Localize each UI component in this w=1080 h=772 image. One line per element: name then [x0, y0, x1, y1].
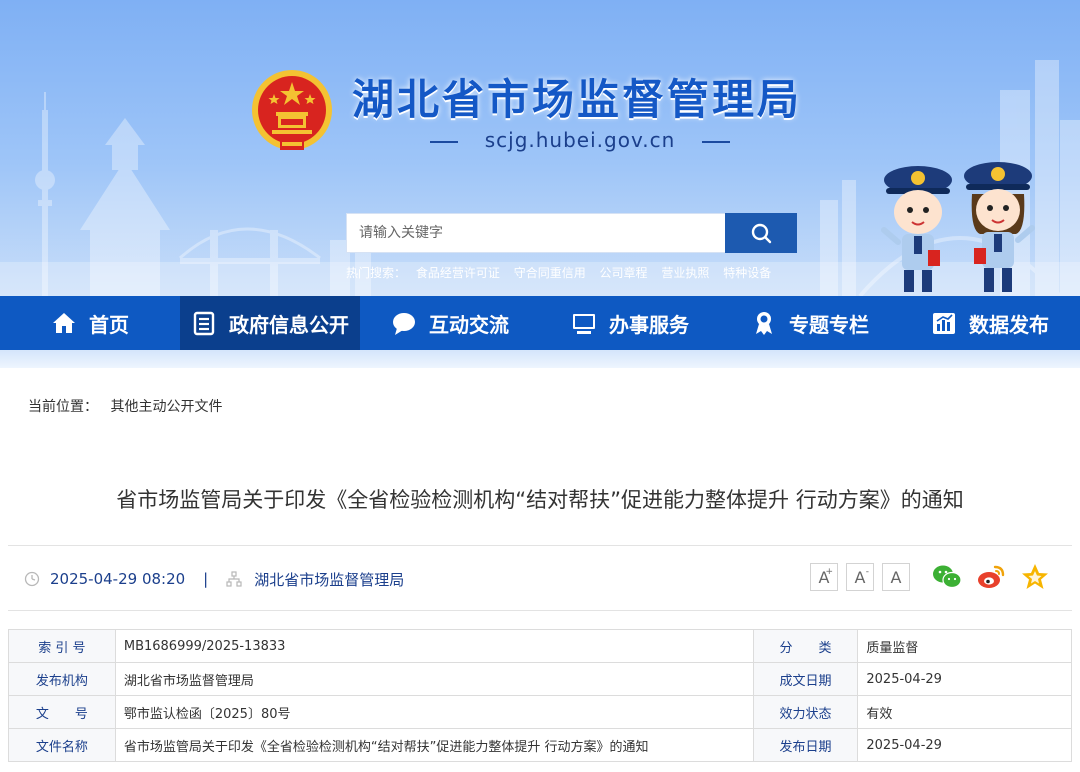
table-value: MB1686999/2025-13833 [114, 629, 754, 663]
home-icon [53, 313, 75, 333]
table-row: 索 引 号 MB1686999/2025-13833 分 类 质量监督 [8, 629, 1072, 663]
favorite-button[interactable] [1020, 562, 1050, 592]
article-title: 省市场监管局关于印发《全省检验检测机构“结对帮扶”促进能力整体提升 行动方案》的… [116, 488, 964, 512]
nav-item-label: 互动交流 [429, 312, 509, 337]
nav-item-home[interactable]: 首页 [0, 296, 180, 350]
font-decrease-button[interactable]: A- [846, 563, 874, 591]
nav-item-topics[interactable]: 专题专栏 [720, 296, 900, 350]
font-size-controls: A + A- A [810, 563, 910, 591]
breadcrumb-current[interactable]: 其他主动公开文件 [110, 399, 222, 415]
nav-item-services[interactable]: 办事服务 [540, 296, 720, 350]
document-info-table: 索 引 号 MB1686999/2025-13833 分 类 质量监督 发布机构… [8, 629, 1072, 762]
table-value: 有效 [857, 695, 1072, 729]
share-bar [932, 562, 1050, 592]
table-value: 2025-04-29 [857, 662, 1072, 696]
hot-search: 热门搜索： 食品经营许可证 守合同重信用 公司章程 营业执照 特种设备 [346, 264, 781, 281]
nav-item-label: 首页 [89, 312, 129, 337]
font-button-label: A [890, 567, 902, 587]
clock-icon [24, 571, 40, 587]
nav-item-label: 数据发布 [969, 312, 1049, 337]
table-label: 效力状态 [752, 695, 859, 729]
bar-chart-icon [933, 313, 955, 334]
table-row: 发布机构 湖北省市场监督管理局 成文日期 2025-04-29 [8, 662, 1072, 696]
mascot-illustration [881, 162, 1035, 292]
breadcrumb: 当前位置： 其他主动公开文件 [26, 396, 222, 416]
monitor-icon [573, 314, 595, 334]
table-label: 成文日期 [752, 662, 859, 696]
font-increase-button[interactable]: A + [810, 563, 838, 591]
url-divider-right [702, 141, 730, 143]
weibo-share-button[interactable] [976, 562, 1006, 592]
divider-bottom [8, 610, 1072, 611]
site-url-block: scjg.hubei.gov.cn [430, 128, 730, 156]
wechat-share-button[interactable] [932, 562, 962, 592]
table-value: 鄂市监认检函〔2025〕80号 [114, 695, 754, 729]
favorite-star-icon [1022, 564, 1048, 589]
font-reset-button[interactable]: A [882, 563, 910, 591]
table-value: 质量监督 [857, 629, 1072, 663]
table-value: 2025-04-29 [857, 728, 1072, 762]
table-label: 文件名称 [8, 728, 116, 762]
nav-item-gov-info[interactable]: 政府信息公开 [180, 296, 360, 350]
weibo-icon [978, 565, 1005, 588]
site-url: scjg.hubei.gov.cn [484, 128, 676, 152]
divider-top [8, 545, 1072, 546]
site-header: 湖北省市场监督管理局 scjg.hubei.gov.cn 热门搜索： 食品经营许… [0, 0, 1080, 296]
chat-bubble-icon [393, 313, 415, 335]
hot-search-link[interactable]: 守合同重信用 [514, 266, 586, 280]
article-meta: 2025-04-29 08:20 | 湖北省市场监督管理局 [24, 568, 404, 590]
breadcrumb-label: 当前位置： [28, 399, 98, 415]
publisher-name: 湖北省市场监督管理局 [254, 570, 405, 589]
search-button[interactable] [725, 213, 797, 253]
hot-search-label: 热门搜索： [346, 266, 407, 280]
hot-search-link[interactable]: 食品经营许可证 [416, 266, 500, 280]
table-row: 文 号 鄂市监认检函〔2025〕80号 效力状态 有效 [8, 695, 1072, 729]
table-value: 省市场监管局关于印发《全省检验检测机构“结对帮扶”促进能力整体提升 行动方案》的… [114, 728, 754, 762]
hot-search-link[interactable]: 特种设备 [723, 266, 771, 280]
main-nav: 首页 政府信息公开 互动交流 办事服务 专题专栏 数据发布 [0, 296, 1080, 350]
document-list-icon [193, 311, 215, 336]
nav-shadow [0, 350, 1080, 368]
search-box [346, 213, 726, 253]
badge-icon [756, 312, 772, 335]
organization-icon [226, 571, 242, 587]
search-icon [751, 223, 772, 244]
table-value: 湖北省市场监督管理局 [114, 662, 754, 696]
table-label: 文 号 [8, 695, 116, 729]
wechat-icon [933, 565, 962, 589]
table-label: 索 引 号 [8, 629, 116, 663]
hot-search-link[interactable]: 公司章程 [600, 266, 648, 280]
table-label: 发布机构 [8, 662, 116, 696]
table-label: 发布日期 [752, 728, 859, 762]
nav-item-interaction[interactable]: 互动交流 [360, 296, 540, 350]
table-label: 分 类 [752, 629, 859, 663]
font-button-label: A [854, 567, 866, 587]
meta-separator: | [203, 570, 209, 588]
nav-item-label: 政府信息公开 [229, 312, 349, 337]
national-emblem-icon [252, 70, 332, 150]
nav-item-label: 办事服务 [609, 312, 689, 337]
nav-item-label: 专题专栏 [789, 312, 869, 337]
search-input[interactable] [347, 214, 725, 252]
table-row: 文件名称 省市场监管局关于印发《全省检验检测机构“结对帮扶”促进能力整体提升 行… [8, 728, 1072, 762]
publish-datetime: 2025-04-29 08:20 [50, 570, 186, 588]
nav-item-data[interactable]: 数据发布 [900, 296, 1080, 350]
hot-search-link[interactable]: 营业执照 [661, 266, 709, 280]
site-title: 湖北省市场监督管理局 [352, 75, 803, 124]
